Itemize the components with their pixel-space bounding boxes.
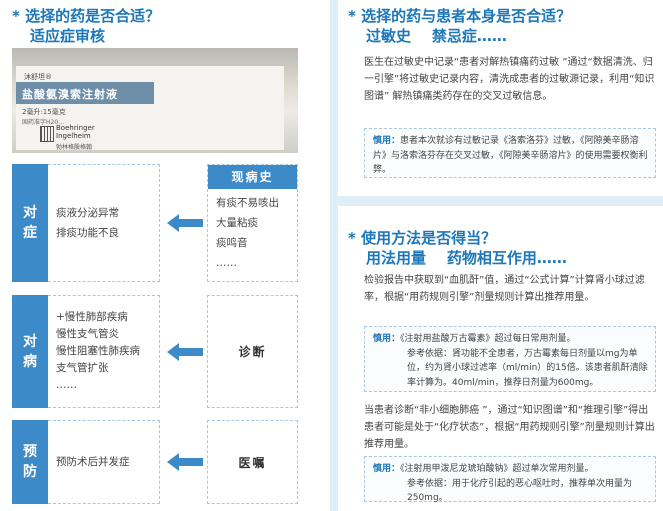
right-bottom-title: * 使用方法是否得当？ 用法用量 药物相互作用…… [348,228,567,268]
manufacturer-logo-icon [40,126,54,142]
arrow-left-icon [167,214,203,232]
drug-box: 沐舒坦® 盐酸氨溴索注射液 2毫升:15毫克 国药准字H20… Boehring… [16,64,284,151]
tag-disease-char2: 病 [23,353,37,370]
drug-name: 盐酸氨溴索注射液 [22,88,118,101]
list-item: 慢性支气管炎 [56,328,119,340]
maker-line1: Boehringer [56,124,95,132]
tag-prevention: 预 防 [12,420,48,504]
diagnosis-label: 诊断 [238,345,267,359]
allergy-caution-box: 慎用：患者本次就诊有过敏记录《洛索洛芬》过敏，《阿隙美辛肠溶片》与洛索洛芬存在交… [364,128,656,178]
tag-symptom: 对 症 [12,164,48,282]
right-top-title-line2: 过敏史 禁忌症…… [366,27,507,45]
usage-review-panel: * 使用方法是否得当？ 用法用量 药物相互作用…… 检验报告中获取到“血肌酐”值… [338,206,663,511]
right-top-title-line1: * 选择的药与患者本身是否合适？ [348,7,572,25]
list-item: …… [216,257,237,269]
manufacturer-name: Boehringer Ingelheim [56,124,95,140]
tag-symptom-char2: 症 [23,225,37,241]
chemo-paragraph: 当患者诊断“非小细胞肺癌 ”，通过“知识图谱”和“推理引擎”得出患者可能是处于“… [364,405,655,450]
prevention-list: 预防术后并发症 [48,420,160,504]
arrow-left-icon [167,343,203,361]
doctor-order-box: 医嘱 [207,420,298,504]
arrow-left-icon [167,453,203,471]
manufacturer-name-cn: 勃林格殷格翰 [56,144,93,151]
maker-line2: Ingelheim [56,132,91,140]
caution-label: 慎用： [373,334,401,344]
present-history-header: 现病史 [208,165,297,189]
allergy-paragraph: 医生在过敏史中记录“患者对解热镇痛药过敏 ”通过“数据清洗、归一引擎”将过敏史记… [364,57,655,102]
caution-basis: 参考依据：用于化疗引起的恶心呕吐时，推荐单次用量为250mg。 [407,478,633,504]
symptom-list: 痰液分泌异常 排痰功能不良 [48,164,160,282]
right-bottom-title-line1: * 使用方法是否得当？ [348,229,497,247]
left-title: * 选择的药是否合适？ 适应症审核 [12,6,160,46]
present-history-box: 现病史 有痰不易咳出 大量粘痰 痰鸣音 …… [207,164,298,282]
right-bottom-title-line2: 用法用量 药物相互作用…… [366,249,567,267]
list-item: 痰液分泌异常 [56,207,119,219]
list-item: …… [56,379,77,391]
tag-disease-char1: 对 [23,333,37,350]
list-item: 排痰功能不良 [56,227,119,239]
caution-label: 慎用： [373,464,401,474]
tag-disease: 对 病 [12,295,48,408]
drug-brand: 沐舒坦® [24,73,52,81]
caution-text: 患者本次就诊有过敏记录《洛索洛芬》过敏，《阿隙美辛肠溶片》与洛索洛芬存在交叉过敏… [373,136,648,175]
dosage-paragraph: 检验报告中获取到“血肌酐”值，通过“公式计算”计算肾小球过滤率，根据“用药规则引… [364,275,645,303]
drug-spec: 2毫升:15毫克 [22,108,66,116]
left-title-line2: 适应症审核 [30,27,106,45]
caution-label: 慎用： [373,136,401,146]
tag-symptom-char1: 对 [23,205,37,221]
right-top-title: * 选择的药与患者本身是否合适？ 过敏史 禁忌症…… [348,6,571,46]
caution-basis: 参考依据：肾功能不全患者，万古霉素每日剂量以mg为单位，约为肾小球过滤率（ml/… [407,348,648,388]
caution-text: 《注射用甲泼尼龙琥珀酸钠》超过单次常用剂量。 [400,464,594,474]
disease-list: +慢性肺部疾病 慢性支气管炎 慢性阻塞性肺疾病 支气管扩张 …… [48,295,160,408]
list-item: 有痰不易咳出 [216,197,279,209]
dosage-caution-box: 慎用：《注射用盐酸万古霉素》超过每日常用剂量。 参考依据：肾功能不全患者，万古霉… [364,326,656,392]
list-item: 支气管扩张 [56,362,109,374]
left-title-line1: * 选择的药是否合适？ [12,7,161,25]
tag-prevention-char2: 防 [23,464,37,480]
list-item: +慢性肺部疾病 [56,311,128,323]
indication-review-panel: * 选择的药是否合适？ 适应症审核 沐舒坦® 盐酸氨溴索注射液 2毫升:15毫克… [0,0,330,511]
diagnosis-box: 诊断 [207,295,298,408]
allergy-review-panel: * 选择的药与患者本身是否合适？ 过敏史 禁忌症…… 医生在过敏史中记录“患者对… [338,0,663,196]
caution-text: 《注射用盐酸万古霉素》超过每日常用剂量。 [400,334,576,344]
chemo-caution-box: 慎用：《注射用甲泼尼龙琥珀酸钠》超过单次常用剂量。 参考依据：用于化疗引起的恶心… [364,456,656,503]
list-item: 慢性阻塞性肺疾病 [56,345,140,357]
drug-package-photo: 沐舒坦® 盐酸氨溴索注射液 2毫升:15毫克 国药准字H20… Boehring… [12,48,298,153]
list-item: 痰鸣音 [216,237,248,249]
tag-prevention-char1: 预 [23,444,37,460]
list-item: 大量粘痰 [216,217,258,229]
doctor-order-label: 医嘱 [238,455,267,470]
list-item: 预防术后并发症 [56,456,130,468]
